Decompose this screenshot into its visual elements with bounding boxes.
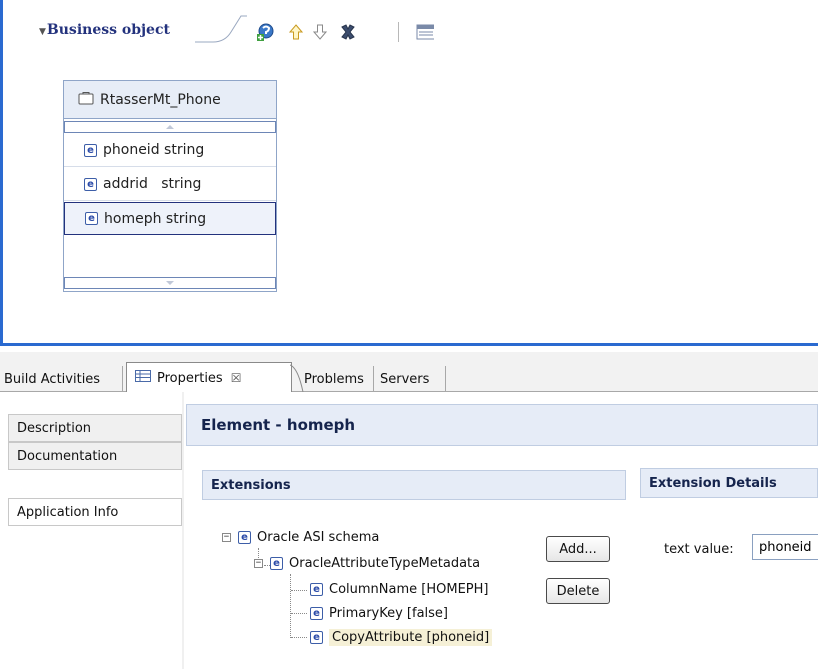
tab-properties[interactable]: Properties ☒	[126, 362, 292, 393]
business-object-header[interactable]: RtasserMt_Phone	[64, 81, 276, 119]
element-icon: e	[310, 582, 323, 596]
attribute-name: phoneid	[103, 142, 160, 158]
attribute-name: homeph	[104, 210, 162, 227]
toolbar-separator	[398, 22, 399, 42]
add-attribute-icon[interactable]	[256, 23, 274, 41]
business-object-editor: ▼Business object RtasserMt_Phone e phone…	[0, 0, 818, 346]
nav-application-info[interactable]: Application Info	[8, 498, 182, 526]
chevron-down-icon	[166, 281, 174, 285]
element-icon: e	[84, 177, 97, 191]
element-title: Element - homeph	[186, 404, 818, 446]
business-object-section-title[interactable]: ▼Business object	[39, 22, 170, 38]
tree-guide	[291, 590, 307, 591]
attribute-row-phoneid[interactable]: e phoneid string	[64, 134, 276, 167]
tree-node-oracle-asi-schema[interactable]: − e Oracle ASI schema	[222, 526, 379, 548]
collapse-toggle-icon[interactable]: −	[222, 532, 231, 542]
close-tab-icon[interactable]: ☒	[231, 371, 242, 385]
move-up-icon[interactable]	[287, 23, 305, 41]
tab-servers[interactable]: Servers	[376, 366, 446, 392]
properties-icon[interactable]	[416, 23, 434, 41]
attribute-type: string	[164, 142, 205, 158]
tab-problems[interactable]: Problems	[300, 366, 374, 392]
element-icon: e	[270, 556, 283, 570]
delete-extension-button[interactable]: Delete	[546, 578, 610, 604]
business-object-box[interactable]: RtasserMt_Phone e phoneid string e addri…	[63, 80, 277, 292]
tree-node-oracle-attribute-type-metadata[interactable]: − e OracleAttributeTypeMetadata	[254, 552, 480, 574]
move-down-icon[interactable]	[311, 23, 329, 41]
section-title-divider	[195, 15, 247, 43]
tree-guide	[290, 574, 291, 638]
attribute-type: string	[165, 210, 207, 227]
collapse-toggle-icon[interactable]: −	[254, 558, 263, 568]
element-icon: e	[310, 630, 323, 644]
collapse-triangle-icon[interactable]: ▼	[39, 27, 46, 37]
element-icon: e	[310, 606, 323, 620]
extensions-section-header: Extensions	[202, 470, 626, 500]
tree-node-column-name[interactable]: e ColumnName [HOMEPH]	[310, 578, 488, 600]
element-icon: e	[85, 212, 98, 225]
tree-guide	[291, 637, 307, 638]
nav-divider	[182, 392, 184, 669]
tab-build-activities[interactable]: Build Activities	[0, 366, 123, 392]
scroll-down-button[interactable]	[64, 277, 276, 289]
nav-documentation[interactable]: Documentation	[8, 442, 182, 470]
add-extension-button[interactable]: Add...	[546, 536, 610, 562]
attribute-row-addrid[interactable]: e addrid string	[64, 168, 276, 201]
delete-icon[interactable]	[339, 23, 357, 41]
extension-details-section-header: Extension Details	[640, 468, 818, 498]
scroll-up-button[interactable]	[64, 121, 276, 133]
business-object-icon	[78, 91, 94, 109]
view-tab-bar: Build Activities Properties ☒ Problems S…	[0, 352, 818, 393]
tree-node-primary-key[interactable]: e PrimaryKey [false]	[310, 602, 448, 624]
tree-guide	[291, 613, 307, 614]
properties-view-icon	[135, 370, 151, 386]
element-icon: e	[84, 143, 97, 157]
text-value-label: text value:	[664, 542, 734, 557]
text-value-input[interactable]	[752, 534, 818, 560]
element-icon: e	[238, 530, 251, 544]
nav-description[interactable]: Description	[8, 414, 182, 442]
chevron-up-icon	[166, 125, 174, 129]
business-object-name: RtasserMt_Phone	[100, 91, 221, 108]
attribute-row-homeph[interactable]: e homeph string	[64, 202, 276, 235]
tree-node-copy-attribute[interactable]: e CopyAttribute [phoneid]	[310, 626, 493, 648]
attribute-type: string	[161, 176, 202, 192]
attribute-name: addrid	[103, 176, 148, 192]
